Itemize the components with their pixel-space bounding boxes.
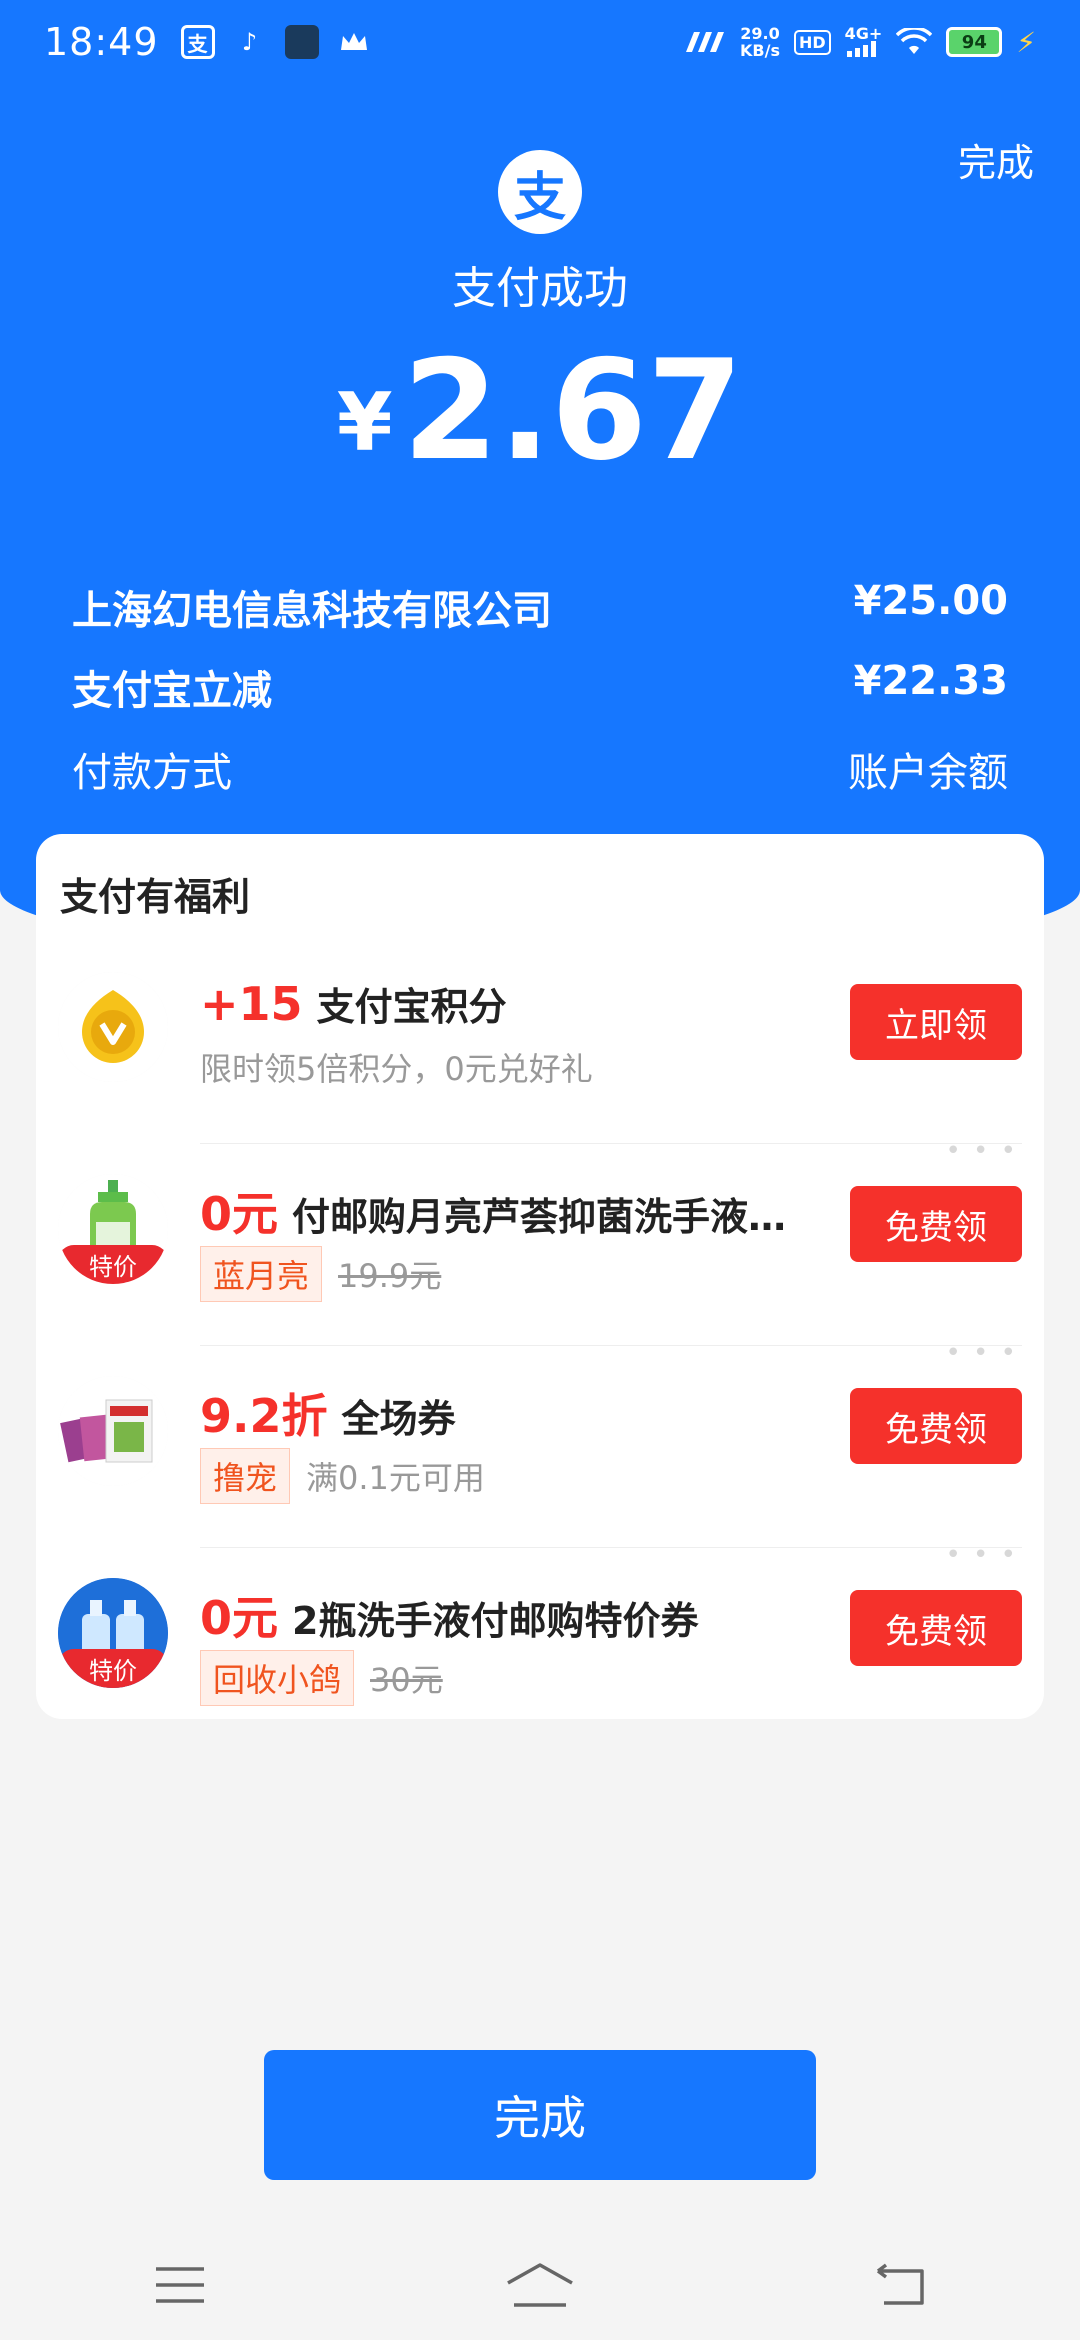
benefit-title: 全场券	[341, 1397, 456, 1441]
payment-amount: ¥2.67	[0, 330, 1080, 491]
benefit-highlight: 9.2折	[200, 1389, 328, 1443]
benefits-title: 支付有福利	[60, 875, 251, 919]
pet-food-image	[58, 1376, 168, 1486]
wifi-icon	[896, 28, 933, 54]
battery-icon: 94	[946, 27, 1003, 57]
benefit-item[interactable]: • • • 特价 0元 付邮购月亮芦荟抑菌洗手液… 蓝月亮 19.9元 免费领	[36, 1136, 1044, 1346]
discount-amount: ¥22.33	[853, 658, 1008, 704]
merchant-name: 上海幻电信息科技有限公司	[72, 588, 552, 634]
tiktok-icon: ♪	[241, 28, 258, 56]
claim-points-button[interactable]: 立即领	[850, 984, 1022, 1060]
original-price: 30元	[370, 1661, 443, 1699]
claim-free-button[interactable]: 免费领	[850, 1388, 1022, 1464]
network-type: 4G+	[845, 26, 882, 57]
payment-status: 支付成功	[452, 263, 628, 314]
claim-free-button[interactable]: 免费领	[850, 1186, 1022, 1262]
payment-method-label: 付款方式	[72, 750, 232, 796]
status-right-icons: 29.0 KB/s HD 4G+ 94 ⚡	[680, 25, 1036, 59]
discount-label: 支付宝立减	[72, 668, 272, 714]
alipay-app-icon: 支	[180, 25, 215, 59]
currency-symbol: ¥	[336, 376, 393, 469]
status-time: 18:49	[44, 20, 159, 64]
benefit-subtitle: 限时领5倍积分，0元兑好礼	[200, 1050, 593, 1088]
home-icon[interactable]	[500, 2255, 580, 2315]
charging-icon: ⚡	[1016, 25, 1036, 59]
benefit-highlight: +15	[200, 977, 303, 1031]
benefits-card: 支付有福利 +15 支付宝积分 限时领5倍积分，0元兑好礼 立即领 • • • 特…	[36, 834, 1044, 1719]
brand-tag: 撸宠	[200, 1448, 291, 1504]
discount-row: 支付宝立减 ¥22.33	[72, 658, 1008, 716]
benefit-title: 付邮购月亮芦荟抑菌洗手液…	[292, 1195, 787, 1239]
brand-tag: 回收小鸽	[200, 1650, 355, 1706]
divider	[200, 1547, 1022, 1548]
benefit-title: 2瓶洗手液付邮购特价券	[292, 1599, 699, 1643]
benefit-highlight: 0元	[200, 1591, 279, 1645]
original-price: 19.9元	[338, 1257, 442, 1295]
app-thumbnail-icon	[284, 25, 319, 59]
menu-icon[interactable]	[140, 2255, 220, 2315]
benefit-highlight: 0元	[200, 1187, 279, 1241]
merchant-amount: ¥25.00	[853, 578, 1008, 624]
brand-tag: 蓝月亮	[200, 1246, 323, 1302]
payment-method-value: 账户余额	[848, 750, 1008, 796]
points-coin-icon	[58, 972, 168, 1082]
divider	[200, 1345, 1022, 1346]
signal-strength-icon	[686, 32, 725, 52]
benefit-title: 支付宝积分	[316, 985, 507, 1029]
crown-icon	[337, 25, 371, 59]
hand-wash-bottles-image: 特价	[58, 1578, 168, 1688]
more-options-icon[interactable]: • • •	[945, 1338, 1018, 1368]
hand-sanitizer-image: 特价	[58, 1174, 168, 1284]
merchant-row: 上海幻电信息科技有限公司 ¥25.00	[72, 578, 1008, 636]
benefit-item[interactable]: +15 支付宝积分 限时领5倍积分，0元兑好礼 立即领	[36, 944, 1044, 1144]
special-price-badge: 特价	[58, 1649, 168, 1688]
coupon-condition: 满0.1元可用	[306, 1459, 485, 1497]
status-bar: 18:49 支 ♪ 29.0 KB/s HD 4G+ 94 ⚡	[0, 0, 1080, 84]
claim-free-button[interactable]: 免费领	[850, 1590, 1022, 1666]
payment-method-row: 付款方式 账户余额	[72, 740, 1008, 798]
net-speed: 29.0 KB/s	[740, 24, 780, 60]
special-price-badge: 特价	[58, 1245, 168, 1284]
top-done-button[interactable]: 完成	[958, 132, 1034, 187]
more-options-icon[interactable]: • • •	[945, 1136, 1018, 1166]
notification-icons: 支 ♪	[180, 25, 371, 59]
benefit-item[interactable]: • • • 9.2折 全场券 撸宠 满0.1元可用 免费领	[36, 1338, 1044, 1548]
divider	[200, 1143, 1022, 1144]
system-nav-bar	[0, 2230, 1080, 2340]
back-icon[interactable]	[860, 2255, 940, 2315]
hd-badge: HD	[793, 29, 831, 55]
alipay-logo-icon: 支	[498, 150, 582, 234]
more-options-icon[interactable]: • • •	[945, 1540, 1018, 1570]
done-button[interactable]: 完成	[264, 2050, 816, 2180]
amount-value: 2.67	[402, 330, 744, 491]
benefit-item[interactable]: • • • 特价 0元 2瓶洗手液付邮购特价券 回收小鸽 30元 免费领	[36, 1540, 1044, 1750]
